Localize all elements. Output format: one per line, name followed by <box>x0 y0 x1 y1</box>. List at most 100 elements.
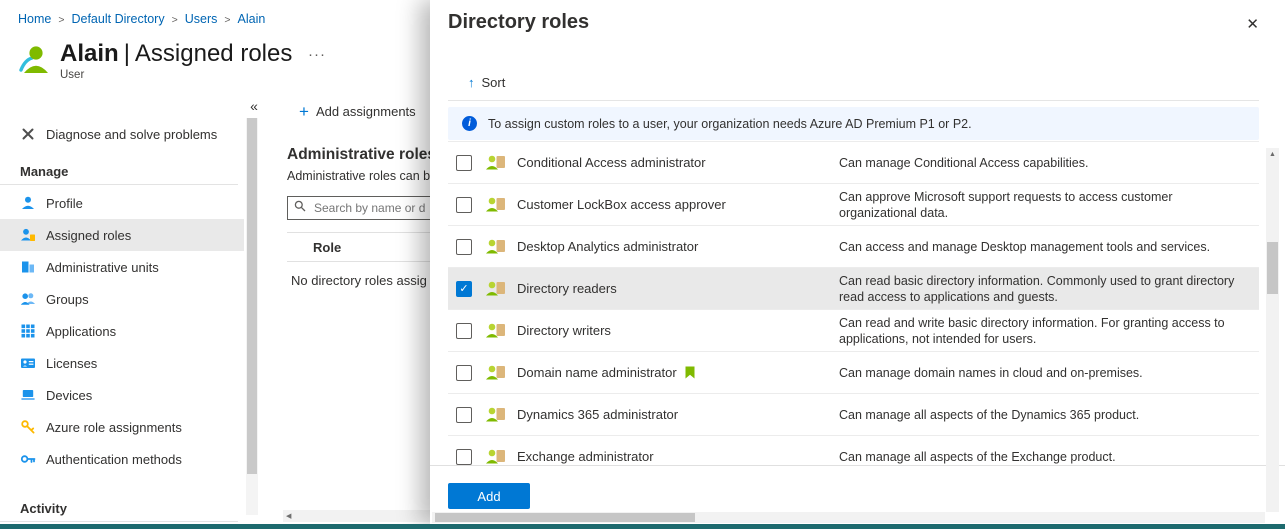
directory-role-icon <box>485 448 507 465</box>
administrative-units-icon <box>20 259 36 275</box>
sidebar-item-licenses[interactable]: Licenses <box>0 347 244 379</box>
sidebar-item-label: Authentication methods <box>46 451 182 467</box>
role-checkbox[interactable] <box>456 406 472 423</box>
page-title-section: Assigned roles <box>134 40 293 67</box>
sidebar-item-label: Administrative units <box>46 259 159 275</box>
azure-role-assignments-icon <box>20 419 36 435</box>
panel-horizontal-scrollbar[interactable] <box>432 512 1265 523</box>
role-row[interactable]: Desktop Analytics administrator Can acce… <box>448 226 1259 268</box>
sidebar-scrollbar[interactable] <box>246 118 258 515</box>
role-row[interactable]: Customer LockBox access approver Can app… <box>448 184 1259 226</box>
role-description: Can read basic directory information. Co… <box>839 273 1235 304</box>
sidebar-item-administrative-units[interactable]: Administrative units <box>0 251 244 283</box>
directory-role-icon <box>485 238 507 255</box>
sort-button[interactable]: ↑ Sort <box>462 74 511 91</box>
sort-arrow-icon: ↑ <box>468 75 475 90</box>
sidebar-nav: Diagnose and solve problems Manage Profi… <box>0 118 244 524</box>
breadcrumb-users[interactable]: Users <box>185 12 218 26</box>
role-description: Can approve Microsoft support requests t… <box>839 189 1173 220</box>
role-name: Directory writers <box>517 323 611 338</box>
add-button[interactable]: Add <box>448 483 530 509</box>
plus-icon: + <box>299 102 309 121</box>
add-assignments-label: Add assignments <box>315 104 416 119</box>
role-row-directory-readers[interactable]: Directory readers Can read basic directo… <box>448 268 1259 310</box>
role-list: Conditional Access administrator Can man… <box>448 141 1259 478</box>
role-description: Can manage all aspects of the Exchange p… <box>839 449 1116 464</box>
sidebar-item-assigned-roles[interactable]: Assigned roles <box>0 219 244 251</box>
sort-label: Sort <box>481 75 506 90</box>
breadcrumb-alain[interactable]: Alain <box>238 12 266 26</box>
info-icon <box>462 116 477 131</box>
role-row[interactable]: Dynamics 365 administrator Can manage al… <box>448 394 1259 436</box>
add-assignments-button[interactable]: + Add assignments <box>293 102 422 121</box>
panel-vertical-scrollbar[interactable]: ▲ <box>1266 148 1279 512</box>
licenses-icon <box>20 355 36 371</box>
azure-portal-screen: Home > Default Directory > Users > Alain Alain… <box>0 0 1285 529</box>
directory-role-icon <box>485 322 507 339</box>
panel-title: Directory roles <box>448 11 590 33</box>
role-column-header: Role <box>313 239 342 255</box>
role-name: Customer LockBox access approver <box>517 197 726 212</box>
role-checkbox[interactable] <box>456 364 472 381</box>
sidebar-item-devices[interactable]: Devices <box>0 379 244 411</box>
panel-horizontal-scrollbar-thumb[interactable] <box>435 513 695 522</box>
directory-role-icon <box>485 196 507 213</box>
sidebar-item-label: Licenses <box>46 355 98 371</box>
role-checkbox[interactable] <box>456 280 472 297</box>
sidebar-item-authentication-methods[interactable]: Authentication methods <box>0 443 244 475</box>
role-checkbox[interactable] <box>456 154 472 171</box>
sidebar-item-label: Diagnose and solve problems <box>46 126 218 142</box>
sidebar-item-label: Profile <box>46 195 83 211</box>
sidebar-item-label: Devices <box>46 387 93 403</box>
role-row[interactable]: Conditional Access administrator Can man… <box>448 142 1259 184</box>
panel-vertical-scrollbar-thumb[interactable] <box>1267 242 1278 294</box>
role-checkbox[interactable] <box>456 448 472 465</box>
page-title: Alain | Assigned roles <box>60 40 292 67</box>
role-row[interactable]: Domain name administrator Can manage dom… <box>448 352 1259 394</box>
role-checkbox[interactable] <box>456 196 472 213</box>
sidebar-item-label: Groups <box>46 291 89 307</box>
sidebar-collapse-button[interactable]: « <box>244 96 264 116</box>
directory-role-icon <box>485 406 507 423</box>
role-name: Conditional Access administrator <box>517 155 706 170</box>
sidebar-scrollbar-thumb[interactable] <box>247 118 257 474</box>
info-banner-text: To assign custom roles to a user, your o… <box>488 116 972 131</box>
directory-role-icon <box>485 154 507 171</box>
role-description: Can manage Conditional Access capabiliti… <box>839 155 1089 170</box>
bookmark-icon <box>685 366 695 379</box>
role-description: Can manage domain names in cloud and on-… <box>839 365 1143 380</box>
breadcrumb-home[interactable]: Home <box>18 12 51 26</box>
profile-icon <box>20 195 36 211</box>
role-checkbox[interactable] <box>456 238 472 255</box>
breadcrumb: Home > Default Directory > Users > Alain <box>18 12 265 26</box>
panel-footer: Add <box>430 465 1285 524</box>
role-row[interactable]: Directory writers Can read and write bas… <box>448 310 1259 352</box>
sidebar-item-azure-role-assignments[interactable]: Azure role assignments <box>0 411 244 443</box>
breadcrumb-separator: > <box>171 14 178 26</box>
more-button[interactable]: ··· <box>306 44 328 65</box>
sidebar-item-label: Azure role assignments <box>46 419 182 435</box>
directory-role-icon <box>485 280 507 297</box>
info-banner: To assign custom roles to a user, your o… <box>448 107 1259 140</box>
sidebar-item-applications[interactable]: Applications <box>0 315 244 347</box>
groups-icon <box>20 291 36 307</box>
sidebar-item-profile[interactable]: Profile <box>0 187 244 219</box>
diagnose-icon <box>20 126 36 142</box>
sidebar-item-groups[interactable]: Groups <box>0 283 244 315</box>
divider <box>448 100 1259 101</box>
breadcrumb-default-directory[interactable]: Default Directory <box>71 12 164 26</box>
sidebar-item-label: Assigned roles <box>46 227 132 243</box>
page-title-separator: | <box>123 40 130 67</box>
directory-roles-panel: Directory roles ✕ ↑ Sort To assign custo… <box>430 0 1285 524</box>
close-icon[interactable]: ✕ <box>1244 13 1261 35</box>
page-title-name: Alain <box>60 40 119 67</box>
breadcrumb-separator: > <box>224 14 231 26</box>
role-description: Can access and manage Desktop management… <box>839 239 1211 254</box>
role-name: Directory readers <box>517 281 617 296</box>
scroll-left-icon[interactable]: ◀ <box>286 512 291 520</box>
role-name: Desktop Analytics administrator <box>517 239 699 254</box>
scroll-up-icon[interactable]: ▲ <box>1266 151 1279 158</box>
sidebar-item-diagnose[interactable]: Diagnose and solve problems <box>0 118 244 150</box>
role-checkbox[interactable] <box>456 322 472 339</box>
directory-role-icon <box>485 364 507 381</box>
